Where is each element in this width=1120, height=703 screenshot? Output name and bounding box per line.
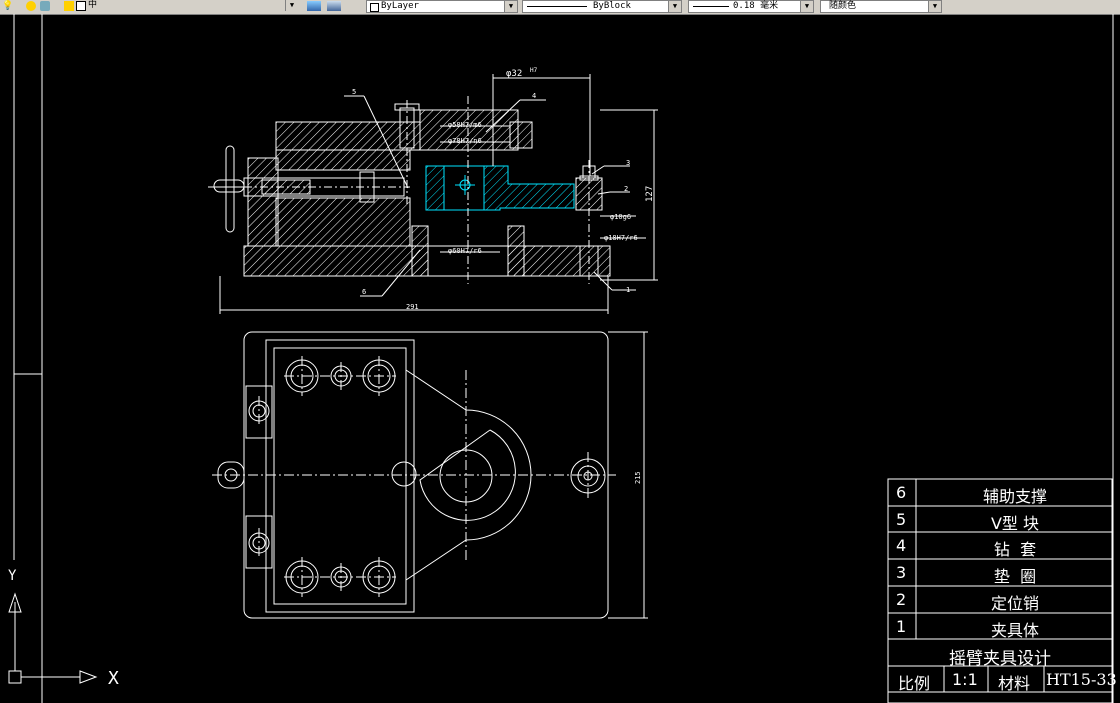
lock-icon[interactable] (64, 1, 74, 11)
dim-top-fit: H7 (530, 67, 538, 74)
part-name: V型 块 (990, 514, 1040, 533)
ucs-x-label: X (108, 668, 119, 689)
part-number: 2 (896, 590, 907, 609)
chevron-down-icon[interactable]: ▼ (285, 0, 298, 11)
chevron-down-icon[interactable]: ▼ (668, 1, 681, 12)
chevron-down-icon[interactable]: ▼ (928, 1, 941, 12)
linetype-dropdown[interactable]: ByBlock ▼ (522, 0, 682, 13)
layer-dropdown-value: 中 (88, 0, 98, 10)
color-swatch-icon (370, 3, 379, 12)
dim-fit-58: φ58H7/m6 (448, 121, 482, 129)
leader-label: 2 (624, 185, 628, 193)
drawing-title: 摇臂夹具设计 (949, 649, 1051, 669)
lineweight-dropdown-value: 0.18 毫米 (733, 1, 779, 11)
leader-label: 1 (626, 286, 630, 294)
part-name: 辅助支撑 (982, 487, 1047, 506)
leader-label: 4 (532, 92, 536, 100)
layers-icon[interactable] (307, 1, 321, 11)
plotstyle-dropdown[interactable]: 随颜色 ▼ (820, 0, 942, 13)
chevron-down-icon[interactable]: ▼ (800, 1, 813, 12)
part-name: 夹具体 (990, 621, 1039, 640)
part-name: 钻 套 (993, 540, 1037, 559)
part-name: 垫 圈 (993, 567, 1037, 586)
part-number: 1 (896, 617, 907, 636)
part-number: 6 (896, 483, 907, 502)
part-number: 3 (896, 563, 907, 582)
color-swatch-icon (76, 1, 86, 11)
lightbulb-icon[interactable]: 💡 (2, 1, 13, 11)
line-sample-icon (527, 6, 587, 7)
material-value: HT15-33 (1046, 670, 1117, 689)
chevron-down-icon[interactable]: ▼ (504, 1, 517, 12)
layer-freeze-icon[interactable] (40, 1, 50, 11)
part-name: 定位销 (990, 594, 1039, 613)
ucs-icon (8, 592, 98, 684)
material-label: 材料 (998, 674, 1031, 693)
dim-fit-10: φ10g6 (610, 213, 631, 221)
dim-top-diameter: φ32 (506, 69, 522, 79)
front-section-view (208, 74, 658, 314)
sun-icon[interactable] (26, 1, 36, 11)
ucs-y-label: Y (8, 568, 17, 584)
leader-label: 6 (362, 288, 366, 296)
line-sample-icon (693, 6, 729, 7)
layer-dropdown[interactable]: 中 ▼ (86, 0, 301, 13)
dim-width: 215 (634, 471, 642, 484)
color-dropdown[interactable]: ByLayer ▼ (366, 0, 518, 13)
layer-previous-icon[interactable] (327, 1, 341, 11)
dim-length: 291 (406, 303, 419, 311)
dim-height: 127 (645, 186, 655, 202)
part-number: 4 (896, 536, 907, 555)
drawing-canvas[interactable]: φ32 H7 φ58H7/m6 φ78H7/n6 φ10g6 φ18H7/r6 … (0, 14, 1120, 703)
scale-label: 比例 (898, 674, 931, 693)
lineweight-dropdown[interactable]: 0.18 毫米 ▼ (688, 0, 814, 13)
color-dropdown-value: ByLayer (381, 1, 419, 11)
top-plan-view (212, 331, 648, 619)
plotstyle-dropdown-value: 随颜色 (829, 1, 857, 11)
scale-value: 1:1 (952, 670, 978, 689)
part-number: 5 (896, 510, 907, 529)
leader-label: 3 (626, 159, 630, 167)
dim-fit-60: φ60H7/r6 (448, 247, 482, 255)
linetype-dropdown-value: ByBlock (593, 1, 631, 11)
properties-toolbar: 💡 中 ▼ ByLayer ▼ ByBlock ▼ 0.18 毫米 ▼ 随颜色 … (0, 0, 1120, 15)
dim-fit-78: φ78H7/n6 (448, 137, 482, 145)
dim-fit-18: φ18H7/r6 (604, 234, 638, 242)
leader-label: 5 (352, 88, 356, 96)
